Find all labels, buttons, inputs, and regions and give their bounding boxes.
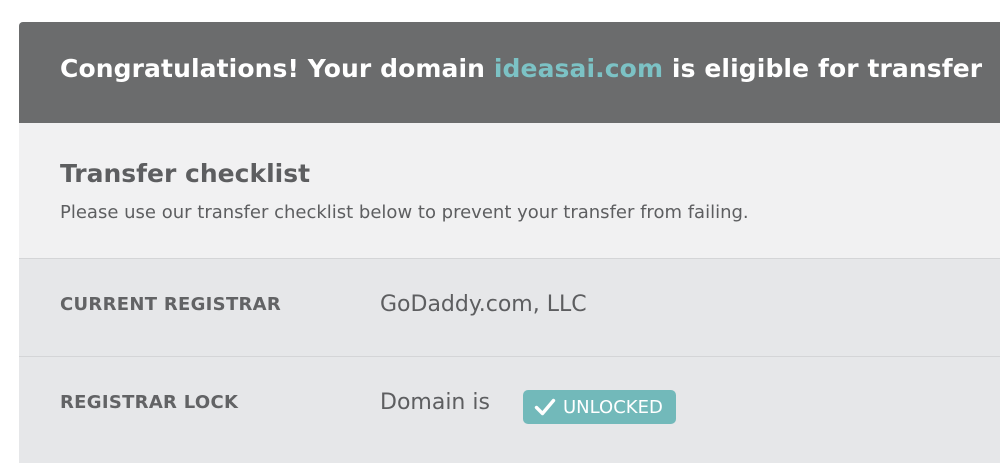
checkmark-icon xyxy=(534,397,556,417)
current-registrar-label: CURRENT REGISTRAR xyxy=(60,294,282,315)
registrar-lock-label: REGISTRAR LOCK xyxy=(60,392,239,413)
banner-title-prefix: Congratulations! Your domain xyxy=(60,54,494,83)
current-registrar-row: CURRENT REGISTRAR GoDaddy.com, LLC xyxy=(19,259,1000,357)
transfer-panel: Congratulations! Your domain ideasai.com… xyxy=(19,22,1000,463)
domain-name: ideasai.com xyxy=(493,54,664,83)
unlocked-status-badge: UNLOCKED xyxy=(523,390,676,424)
banner-title: Congratulations! Your domain ideasai.com… xyxy=(60,54,982,83)
registrar-lock-row: REGISTRAR LOCK Domain is UNLOCKED xyxy=(19,357,1000,454)
eligibility-banner: Congratulations! Your domain ideasai.com… xyxy=(19,22,1000,123)
transfer-checklist-section: Transfer checklist Please use our transf… xyxy=(19,123,1000,259)
unlocked-status-text: UNLOCKED xyxy=(563,396,663,418)
registrar-lock-value: Domain is xyxy=(380,390,490,415)
current-registrar-value: GoDaddy.com, LLC xyxy=(380,292,587,317)
checklist-description: Please use our transfer checklist below … xyxy=(60,202,749,223)
banner-title-suffix: is eligible for transfer xyxy=(663,54,983,83)
checklist-title: Transfer checklist xyxy=(60,159,311,188)
